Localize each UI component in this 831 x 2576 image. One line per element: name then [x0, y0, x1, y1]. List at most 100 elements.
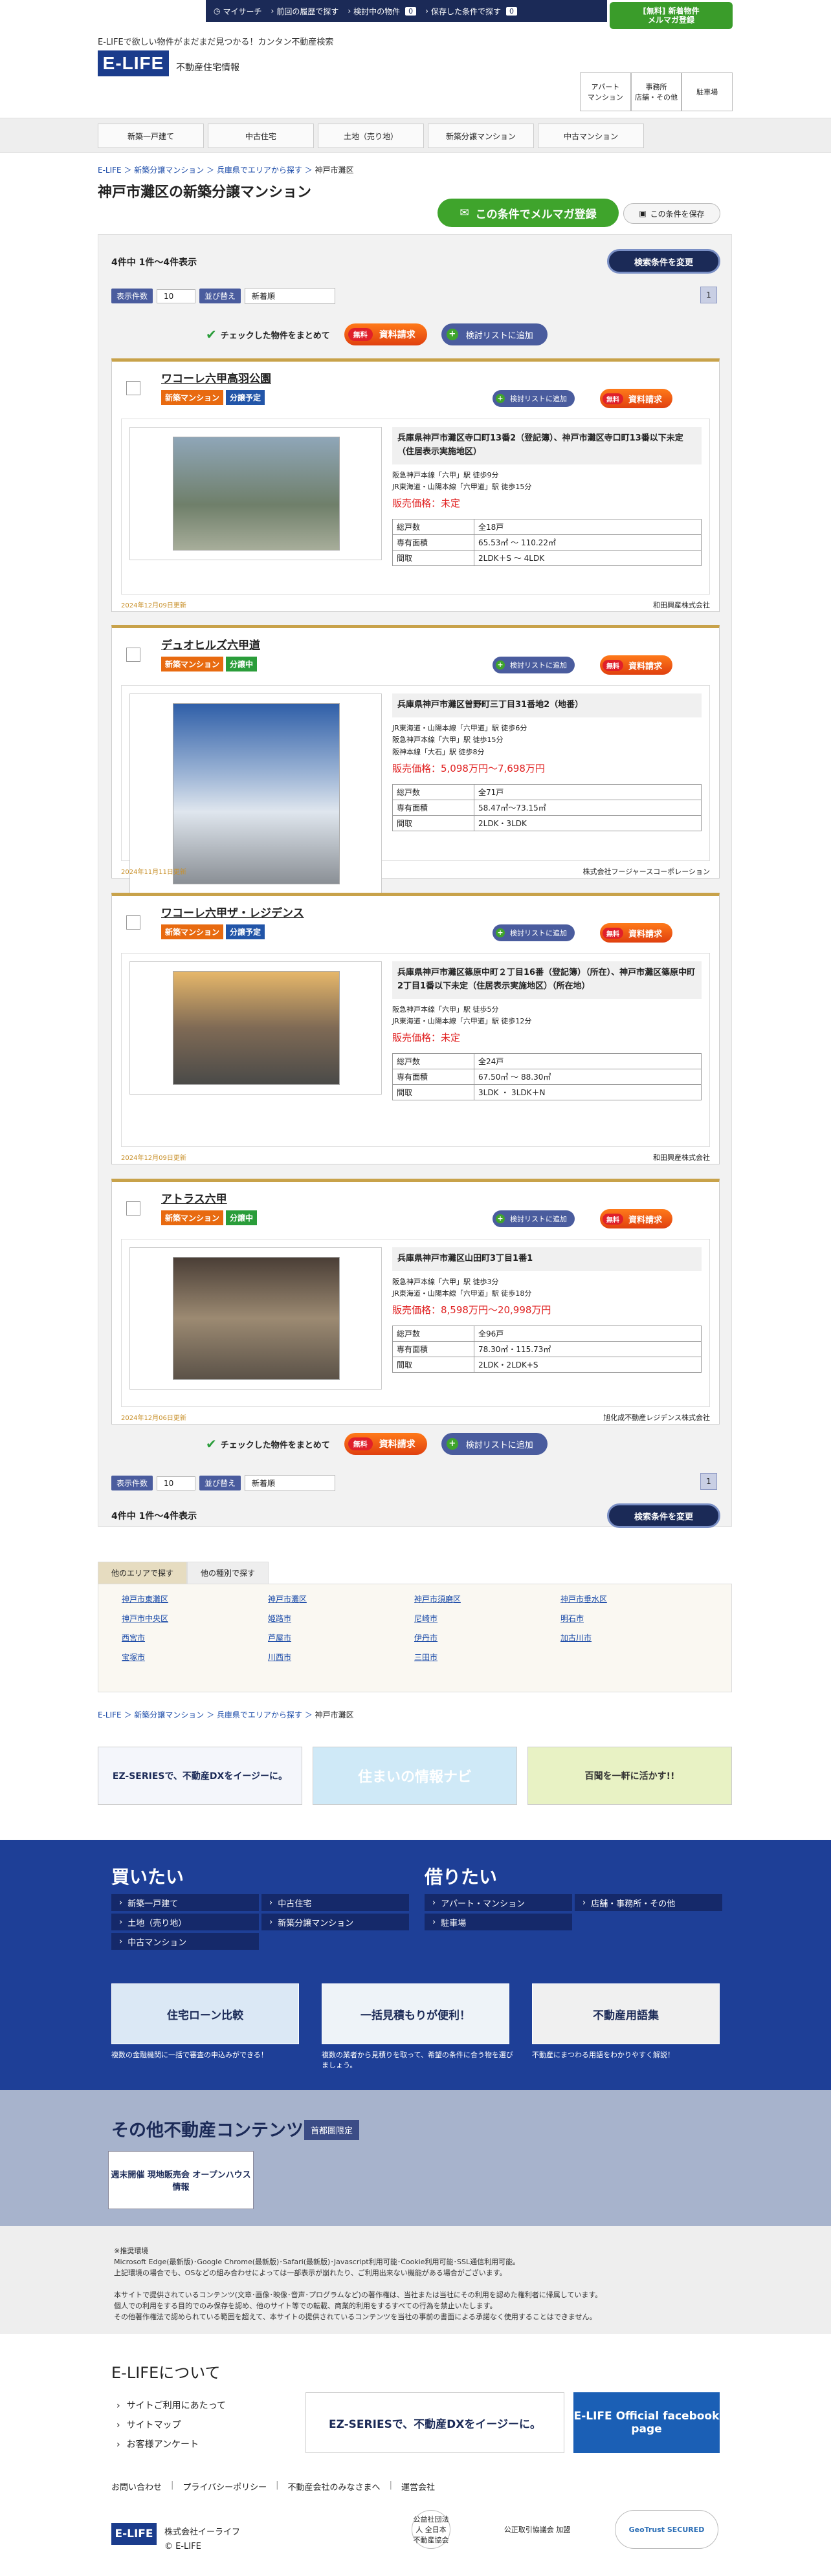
- footer-link-privacy[interactable]: プライバシーポリシー: [183, 2480, 267, 2493]
- bulk-request-button[interactable]: 無料 資料請求: [344, 323, 427, 345]
- area-link[interactable]: 明石市: [560, 1613, 707, 1624]
- parking-link[interactable]: 駐車場: [681, 72, 733, 111]
- tab-other-area[interactable]: 他のエリアで探す: [98, 1562, 188, 1584]
- hyakubun-banner[interactable]: 百聞を一軒に活かす!!: [527, 1747, 732, 1805]
- footer-link-contact[interactable]: お問い合わせ: [111, 2480, 162, 2493]
- area-link[interactable]: 神戸市須磨区: [414, 1593, 560, 1605]
- ez-series-banner-footer[interactable]: EZ-SERIESで、不動産DXをイージーに。: [305, 2392, 564, 2453]
- listing-photo[interactable]: [173, 437, 340, 551]
- tab-other-type[interactable]: 他の種別で探す: [187, 1562, 269, 1584]
- add-list-button[interactable]: + 検討リストに追加: [493, 390, 575, 407]
- request-button[interactable]: 無料 資料請求: [600, 389, 673, 408]
- ez-series-banner[interactable]: EZ-SERIESで、不動産DXをイージーに。: [98, 1747, 302, 1805]
- request-button[interactable]: 無料 資料請求: [600, 655, 673, 675]
- listing-photo[interactable]: [173, 1257, 340, 1380]
- chevron-right-icon: ›: [271, 6, 274, 16]
- area-link[interactable]: 神戸市垂水区: [560, 1593, 707, 1605]
- breadcrumb-pref[interactable]: 兵庫県でエリアから探す: [217, 166, 302, 175]
- buy-link-new-house[interactable]: 新築一戸建て: [111, 1894, 259, 1911]
- listing-photo[interactable]: [173, 703, 340, 884]
- change-condition-button[interactable]: 検索条件を変更: [607, 1503, 720, 1528]
- add-list-button[interactable]: + 検討リストに追加: [493, 924, 575, 941]
- listing-checkbox[interactable]: [126, 648, 140, 662]
- footer-link-agents[interactable]: 不動産会社のみなさまへ: [288, 2480, 381, 2493]
- saved-link[interactable]: › 保存した条件で探す 0: [423, 6, 520, 17]
- about-link-usage[interactable]: サイトご利用にあたって: [116, 2399, 226, 2412]
- bulk-add-list-button[interactable]: + 検討リストに追加: [441, 1433, 548, 1455]
- about-link-sitemap[interactable]: サイトマップ: [116, 2418, 181, 2431]
- area-link[interactable]: 神戸市東灘区: [122, 1593, 268, 1605]
- buy-link-used-mansion[interactable]: 中古マンション: [111, 1933, 259, 1950]
- listing-name[interactable]: ワコーレ六甲高羽公園: [161, 369, 271, 386]
- footer-link-company[interactable]: 運営会社: [401, 2480, 435, 2493]
- area-link[interactable]: 芦屋市: [268, 1632, 414, 1644]
- listing-name[interactable]: デュオヒルズ六甲道: [161, 636, 260, 652]
- mail-condition-button[interactable]: ✉ この条件でメルマガ登録: [438, 199, 619, 227]
- sumai-navi-banner[interactable]: 住まいの情報ナビ: [313, 1747, 517, 1805]
- area-link[interactable]: 姫路市: [268, 1613, 414, 1624]
- per-page-select[interactable]: 10: [157, 289, 196, 303]
- breadcrumb-home[interactable]: E-LIFE: [98, 166, 122, 175]
- change-condition-button[interactable]: 検索条件を変更: [607, 249, 720, 274]
- history-link[interactable]: › 前回の履歴で探す: [269, 6, 342, 17]
- buy-link-new-mansion[interactable]: 新築分譲マンション: [261, 1914, 409, 1930]
- listing-body: 兵庫県神戸市灘区篠原中町２丁目16番（登記簿）（所在）、神戸市灘区篠原中町2丁目…: [121, 953, 710, 1147]
- area-link[interactable]: 川西市: [268, 1652, 414, 1663]
- listing-checkbox[interactable]: [126, 915, 140, 930]
- rent-link-office[interactable]: 店舗・事務所・その他: [575, 1894, 722, 1911]
- request-button[interactable]: 無料 資料請求: [600, 923, 673, 943]
- gnav-used-house[interactable]: 中古住宅: [208, 124, 314, 148]
- area-link[interactable]: 神戸市灘区: [268, 1593, 414, 1605]
- considering-link[interactable]: › 検討中の物件 0: [345, 6, 419, 17]
- gnav-new-mansion[interactable]: 新築分譲マンション: [428, 124, 534, 148]
- area-link[interactable]: 尼崎市: [414, 1613, 560, 1624]
- listing-checkbox[interactable]: [126, 1201, 140, 1216]
- apartment-link[interactable]: アパート マンション: [580, 72, 631, 111]
- rent-link-apartment[interactable]: アパート・マンション: [425, 1894, 572, 1911]
- area-link[interactable]: 神戸市中央区: [122, 1613, 268, 1624]
- buy-link-land[interactable]: 土地（売り地）: [111, 1914, 259, 1930]
- gnav-used-mansion[interactable]: 中古マンション: [538, 124, 644, 148]
- bulk-add-list-button[interactable]: + 検討リストに追加: [441, 323, 548, 345]
- gnav-land[interactable]: 土地（売り地）: [318, 124, 424, 148]
- add-list-button[interactable]: + 検討リストに追加: [493, 1210, 575, 1227]
- loan-compare-banner[interactable]: 住宅ローン比較: [111, 1983, 299, 2044]
- listing-checkbox[interactable]: [126, 381, 140, 395]
- office-link[interactable]: 事務所 店舗・その他: [630, 72, 682, 111]
- result-count: 4件中 1件～4件表示: [111, 257, 197, 268]
- save-condition-button[interactable]: ▣ この条件を保存: [623, 203, 720, 224]
- request-button[interactable]: 無料 資料請求: [600, 1209, 673, 1228]
- listing-photo[interactable]: [173, 971, 340, 1085]
- access-line: 阪神本線「大石」駅 徒歩8分: [392, 748, 485, 757]
- per-page-select[interactable]: 10: [157, 1476, 196, 1490]
- area-link[interactable]: 三田市: [414, 1652, 560, 1663]
- buy-link-used-house[interactable]: 中古住宅: [261, 1894, 409, 1911]
- about-link-survey[interactable]: お客様アンケート: [116, 2438, 199, 2450]
- area-link[interactable]: 加古川市: [560, 1632, 707, 1644]
- spec-key: 専有面積: [392, 1068, 474, 1085]
- site-logo[interactable]: E-LIFE: [98, 50, 169, 76]
- open-house-banner[interactable]: 週末開催 現地販売会 オープンハウス情報: [108, 2151, 254, 2209]
- gnav-new-house[interactable]: 新築一戸建て: [98, 124, 204, 148]
- spec-key: 総戸数: [392, 518, 474, 535]
- page-number[interactable]: 1: [700, 1473, 717, 1490]
- footer-logo[interactable]: E-LIFE: [111, 2523, 157, 2545]
- area-link[interactable]: 西宮市: [122, 1632, 268, 1644]
- area-link[interactable]: 宝塚市: [122, 1652, 268, 1663]
- sort-select[interactable]: 新着順: [245, 1475, 336, 1491]
- listing-name[interactable]: ワコーレ六甲ザ・レジデンス: [161, 904, 304, 920]
- listing-name[interactable]: アトラス六甲: [161, 1190, 227, 1206]
- area-link[interactable]: 伊丹市: [414, 1632, 560, 1644]
- bulk-request-button[interactable]: 無料 資料請求: [344, 1433, 427, 1455]
- add-list-button[interactable]: + 検討リストに追加: [493, 657, 575, 673]
- sort-select[interactable]: 新着順: [245, 288, 336, 304]
- mysearch-link[interactable]: ◷ マイサーチ: [211, 6, 265, 17]
- moving-estimate-banner[interactable]: 一括見積もりが便利！: [322, 1983, 509, 2044]
- spec-row: 専有面積 78.30㎡・115.73㎡: [392, 1341, 702, 1358]
- mail-magazine-button[interactable]: [無料] 新着物件 メルマガ登録: [610, 2, 733, 29]
- rent-link-parking[interactable]: 駐車場: [425, 1914, 572, 1930]
- page-number[interactable]: 1: [700, 287, 717, 303]
- breadcrumb-category[interactable]: 新築分譲マンション: [134, 166, 204, 175]
- facebook-banner[interactable]: E-LIFE Official facebook page: [573, 2392, 720, 2453]
- glossary-banner[interactable]: 不動産用語集: [532, 1983, 720, 2044]
